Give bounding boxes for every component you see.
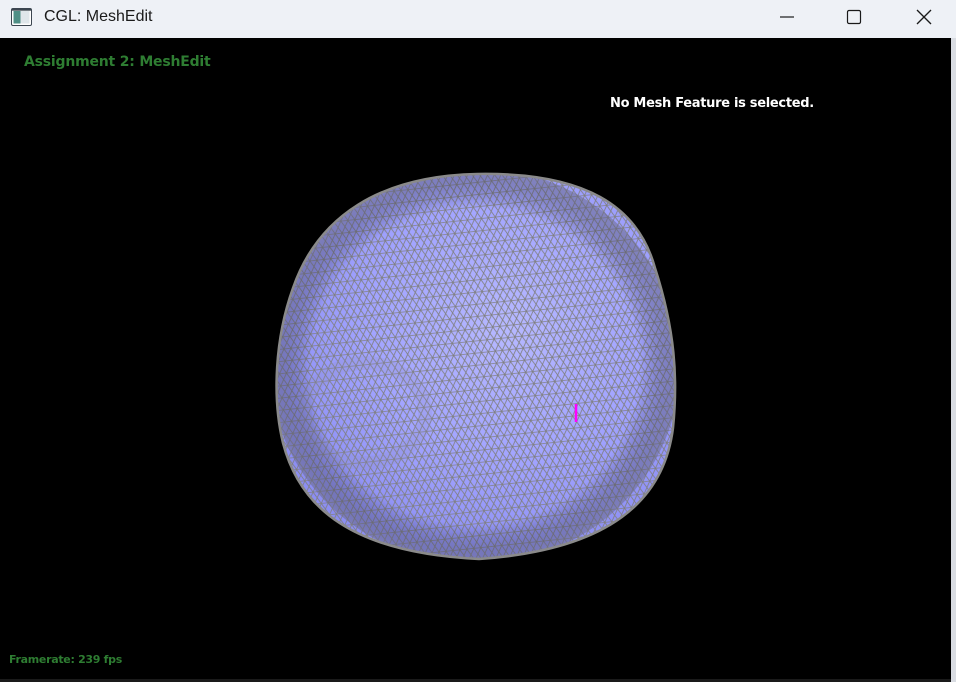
maximize-button[interactable] xyxy=(831,0,877,34)
render-viewport[interactable]: Assignment 2: MeshEdit No Mesh Feature i… xyxy=(0,38,951,679)
app-window: CGL: MeshEdit Assignment 2: MeshEdit No … xyxy=(0,0,956,682)
title-bar[interactable]: CGL: MeshEdit xyxy=(0,0,956,38)
close-icon xyxy=(916,9,932,25)
framerate-readout: Framerate: 239 fps xyxy=(9,653,122,666)
maximize-icon xyxy=(846,9,862,25)
window-border xyxy=(951,38,956,682)
mesh-object[interactable] xyxy=(250,147,710,589)
mesh-view[interactable] xyxy=(0,38,951,679)
app-window-icon xyxy=(11,8,32,26)
minimize-button[interactable] xyxy=(764,0,810,34)
minimize-icon xyxy=(780,16,794,18)
assignment-title: Assignment 2: MeshEdit xyxy=(24,54,211,70)
window-title: CGL: MeshEdit xyxy=(44,8,153,25)
close-button[interactable] xyxy=(901,0,947,34)
feature-status-text: No Mesh Feature is selected. xyxy=(610,96,814,111)
